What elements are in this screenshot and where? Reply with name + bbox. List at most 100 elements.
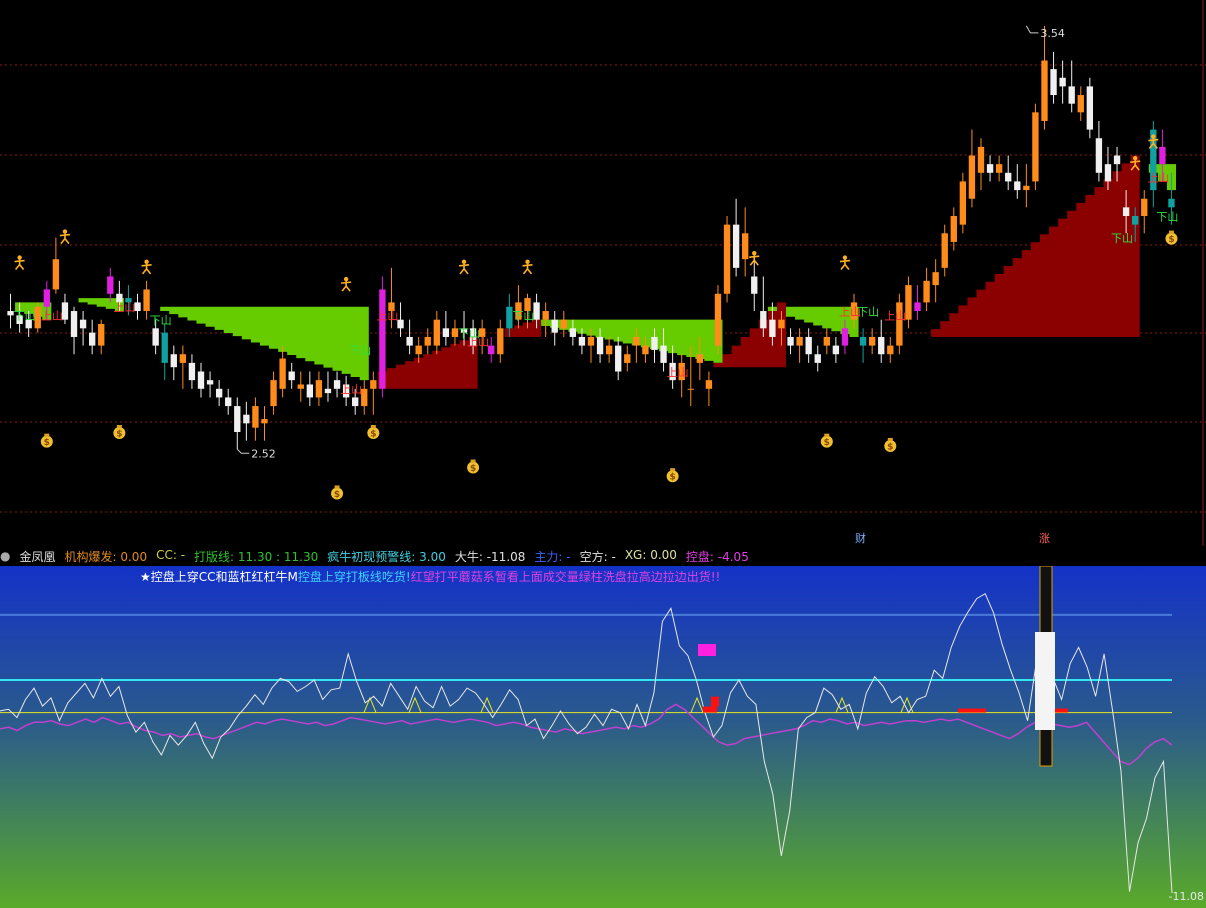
indicator-chart[interactable]: -11.08 bbox=[0, 566, 1206, 908]
magenta-signal-block bbox=[698, 644, 716, 656]
candle-body bbox=[932, 272, 939, 286]
candle-body bbox=[179, 354, 187, 363]
candle-body bbox=[823, 336, 830, 346]
high-label: 3.54 bbox=[1040, 27, 1065, 40]
candle-body bbox=[923, 280, 930, 303]
candle-body bbox=[551, 319, 558, 333]
candle-body bbox=[215, 388, 223, 398]
candle-body bbox=[542, 311, 549, 320]
indicator-status-bar: ● 金凤凰 机构爆发: 0.00 CC: - 打版线: 11.30 : 11.30 疯… bbox=[0, 546, 1206, 566]
status-item: 打版线: 11.30 : 11.30 bbox=[194, 549, 319, 564]
down-mountain-label: 下山 bbox=[857, 305, 879, 318]
candle-body bbox=[696, 354, 704, 363]
candle-body bbox=[170, 354, 177, 368]
candle-body bbox=[787, 336, 794, 346]
candle-body bbox=[887, 345, 894, 355]
status-item: 疯牛初现预警线: 3.00 bbox=[327, 549, 446, 564]
money-bag-icon: $ bbox=[467, 459, 480, 474]
candle-body bbox=[52, 259, 60, 290]
candle-body bbox=[70, 311, 78, 337]
candle-body bbox=[1014, 181, 1021, 191]
low-label: 2.52 bbox=[251, 447, 275, 460]
candle-body bbox=[705, 380, 713, 389]
svg-text:$: $ bbox=[470, 464, 476, 474]
status-item: 控盘: -4.05 bbox=[685, 549, 749, 564]
candle-body bbox=[959, 181, 967, 225]
money-bag-icon: $ bbox=[820, 433, 833, 448]
candle-body bbox=[197, 371, 205, 389]
candle-body bbox=[914, 302, 921, 312]
candle-body bbox=[1050, 69, 1057, 96]
status-item: 主力: - bbox=[534, 549, 571, 564]
candle-body bbox=[497, 328, 504, 355]
svg-text:$: $ bbox=[334, 490, 340, 500]
candle-body bbox=[642, 345, 649, 355]
candle-body bbox=[261, 419, 268, 424]
candle-body bbox=[352, 397, 359, 407]
signal-description: ★控盘上穿CC和蓝杠红杠牛M控盘上穿打板线吃货!红望打平蘑菇系暂看上面成交量绿柱… bbox=[140, 568, 720, 585]
candle-body bbox=[79, 319, 87, 329]
money-bag-icon: $ bbox=[113, 425, 126, 440]
up-mountain-label: 上山 bbox=[113, 301, 135, 314]
candle-body bbox=[624, 354, 631, 363]
status-item: 机构爆发: 0.00 bbox=[64, 549, 148, 564]
candle-body bbox=[188, 362, 196, 381]
up-mountain-label: 上山 bbox=[667, 366, 689, 379]
person-icon bbox=[59, 229, 71, 245]
candle-body bbox=[415, 345, 422, 355]
candle-body bbox=[841, 328, 849, 346]
candle-body bbox=[433, 319, 440, 346]
candle-body bbox=[297, 384, 304, 389]
candle-body bbox=[569, 328, 577, 337]
down-mountain-label: 下山 bbox=[14, 310, 36, 323]
candle-body bbox=[805, 336, 812, 355]
candle-body bbox=[560, 319, 567, 329]
candle-body bbox=[88, 332, 96, 346]
extreme-pointer bbox=[1025, 25, 1039, 34]
candle-body bbox=[995, 164, 1003, 173]
candle-body bbox=[1168, 198, 1175, 208]
down-mountain-label: 下山 bbox=[150, 314, 172, 327]
up-mountain-label: 上山 bbox=[41, 310, 63, 323]
red-area bbox=[922, 155, 1140, 337]
svg-text:$: $ bbox=[824, 438, 830, 448]
down-mountain-label: 下山 bbox=[458, 327, 480, 340]
candle-body bbox=[859, 336, 867, 346]
signal-text-3: 红望打平蘑菇系暂看上面成交量绿柱洗盘拉高边拉边出货!! bbox=[410, 570, 721, 584]
candle-body bbox=[243, 414, 250, 424]
candle-body bbox=[1059, 77, 1066, 87]
candle-body bbox=[288, 371, 295, 381]
person-icon bbox=[141, 259, 152, 275]
candle-body bbox=[615, 345, 622, 372]
down-mountain-label: 下山 bbox=[512, 310, 534, 323]
svg-text:$: $ bbox=[669, 473, 675, 483]
candle-body bbox=[1086, 86, 1094, 130]
candle-body bbox=[1095, 138, 1103, 173]
candle-body bbox=[769, 319, 776, 337]
candle-body bbox=[442, 328, 450, 337]
price-chart[interactable]: 3.542.52$$$$$$$ $$上山上山上山上山上山上山上山 上山上山下山 下山下… bbox=[0, 0, 1206, 546]
svg-text:$: $ bbox=[116, 430, 122, 440]
candle-body bbox=[968, 155, 976, 199]
candle-body bbox=[406, 336, 413, 346]
status-item: 空方: - bbox=[579, 549, 616, 564]
candle-body bbox=[370, 380, 377, 389]
svg-text:$: $ bbox=[887, 442, 893, 452]
candle-body bbox=[1104, 164, 1112, 182]
candle-body bbox=[714, 293, 722, 346]
candle-body bbox=[43, 289, 50, 307]
money-bag-icon: $ bbox=[1165, 230, 1178, 245]
candle-body bbox=[1068, 86, 1075, 104]
candle-body bbox=[1159, 146, 1166, 165]
candle-body bbox=[605, 345, 613, 355]
red-signal-block bbox=[703, 706, 717, 713]
money-bag-icon: $ bbox=[367, 425, 380, 440]
candle-body bbox=[732, 224, 740, 268]
candle-body bbox=[1023, 185, 1030, 191]
indicator-dot-icon[interactable]: ● bbox=[0, 549, 10, 563]
candle-body bbox=[1132, 216, 1139, 225]
candle-body bbox=[651, 336, 658, 350]
candle-body bbox=[1005, 172, 1012, 182]
candle-body bbox=[152, 328, 159, 346]
candle-body bbox=[98, 324, 105, 346]
